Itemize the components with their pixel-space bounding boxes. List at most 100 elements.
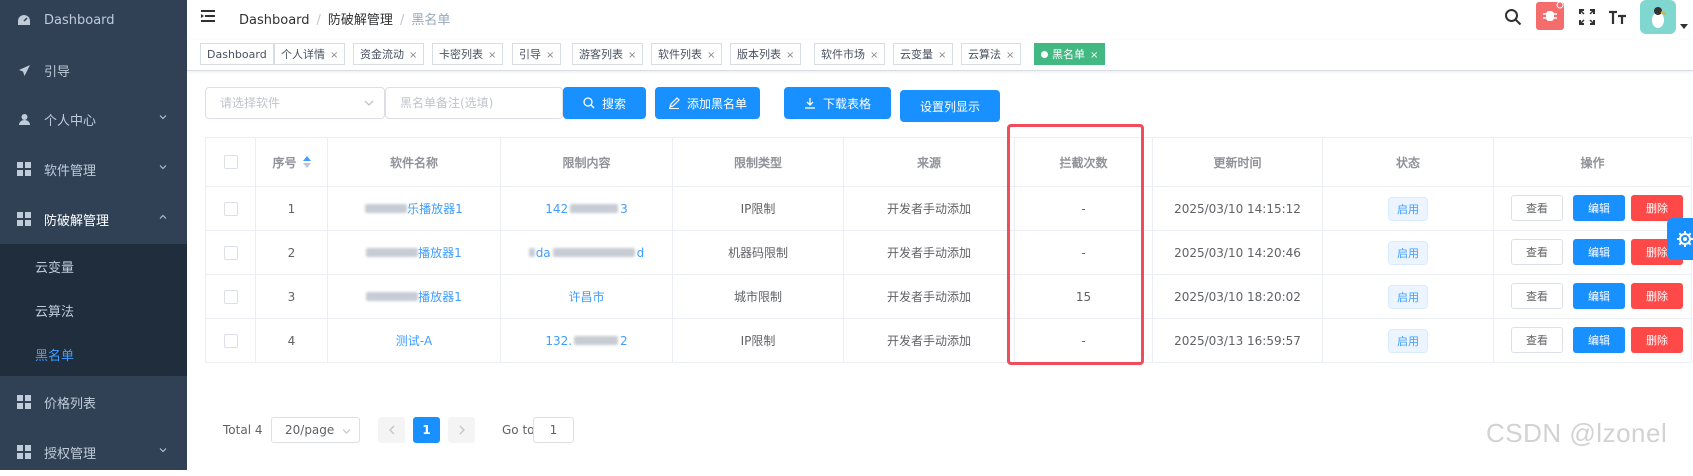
breadcrumb-item[interactable]: Dashboard xyxy=(239,13,310,28)
header-software: 软件名称 xyxy=(328,138,501,186)
search-button[interactable]: 搜索 xyxy=(563,87,646,119)
delete-button[interactable]: 删除 xyxy=(1631,283,1683,309)
tag-market[interactable]: 软件市场 × xyxy=(814,43,886,65)
search-icon[interactable] xyxy=(1504,8,1522,26)
tag-label: 资金流动 xyxy=(360,48,404,61)
sidebar-item-software[interactable]: 软件管理 xyxy=(0,145,187,193)
close-icon[interactable]: × xyxy=(488,50,496,61)
edit-button[interactable]: 编辑 xyxy=(1573,327,1625,353)
close-icon[interactable]: × xyxy=(330,50,338,61)
page-number-current[interactable]: 1 xyxy=(413,417,440,443)
view-button[interactable]: 查看 xyxy=(1511,195,1563,221)
tag-cloud-variable[interactable]: 云变量 × xyxy=(893,43,954,65)
row-content[interactable]: da d xyxy=(501,231,673,274)
add-blacklist-button-label: 添加黑名单 xyxy=(686,96,747,111)
checkbox[interactable] xyxy=(223,333,238,348)
tag-cloud-algorithm[interactable]: 云算法 × xyxy=(961,43,1022,65)
row-content[interactable]: 132. 2 xyxy=(501,319,673,362)
close-icon[interactable]: × xyxy=(409,50,417,61)
edit-button[interactable]: 编辑 xyxy=(1573,195,1625,221)
row-software[interactable]: 乐播放器1 xyxy=(328,187,501,230)
header-index[interactable]: 序号 xyxy=(256,138,328,186)
sidebar-item-license[interactable]: 授权管理 xyxy=(0,428,187,476)
header-actions: 操作 xyxy=(1494,138,1692,186)
caret-down-icon[interactable] xyxy=(1680,24,1688,30)
tag-blacklist[interactable]: 黑名单 × xyxy=(1034,43,1106,65)
row-software[interactable]: 测试-A xyxy=(328,319,501,362)
download-table-button-label: 下载表格 xyxy=(822,96,871,111)
sidebar-item-dashboard[interactable]: Dashboard xyxy=(0,0,187,44)
status-badge: 启用 xyxy=(1388,240,1428,265)
remark-input[interactable]: 黑名单备注(选填) xyxy=(385,87,563,119)
add-blacklist-button[interactable]: 添加黑名单 xyxy=(655,87,760,119)
table-row: 2 播放器1 da d 机器码限制 开发者手动添加 - 2025/03/10 14… xyxy=(206,231,1692,275)
tag-guide[interactable]: 引导 × xyxy=(512,43,562,65)
hamburger-icon[interactable] xyxy=(201,10,215,22)
checkbox[interactable] xyxy=(223,289,238,304)
breadcrumb-item[interactable]: 防破解管理 xyxy=(328,13,393,28)
sidebar-item-label: 授权管理 xyxy=(44,446,97,462)
view-button[interactable]: 查看 xyxy=(1511,327,1563,353)
sidebar-subitem-cloud-variable[interactable]: 云变量 xyxy=(0,244,187,288)
tag-versions[interactable]: 版本列表 × xyxy=(730,43,802,65)
table-header-row: 序号 软件名称 限制内容 限制类型 来源 拦截次数 更新时间 状态 操作 xyxy=(206,138,1692,187)
view-button[interactable]: 查看 xyxy=(1511,283,1563,309)
avatar[interactable] xyxy=(1640,0,1676,34)
sidebar-subitem-cloud-algorithm[interactable]: 云算法 xyxy=(0,288,187,332)
tag-label: Dashboard xyxy=(207,48,267,61)
goto-page-input[interactable]: 1 xyxy=(533,417,574,443)
settings-fab[interactable] xyxy=(1667,218,1693,260)
tag-dashboard[interactable]: Dashboard xyxy=(200,43,274,65)
sidebar-item-label: 软件管理 xyxy=(44,163,97,179)
sidebar-subitem-blacklist[interactable]: 黑名单 xyxy=(0,332,187,376)
font-size-icon[interactable] xyxy=(1608,9,1628,25)
close-icon[interactable]: × xyxy=(938,50,946,61)
close-icon[interactable]: × xyxy=(1090,50,1098,61)
close-icon[interactable]: × xyxy=(628,50,636,61)
search-button-label: 搜索 xyxy=(601,96,626,111)
tag-software-list[interactable]: 软件列表 × xyxy=(651,43,723,65)
download-table-button[interactable]: 下载表格 xyxy=(784,87,891,119)
delete-button[interactable]: 删除 xyxy=(1631,327,1683,353)
prev-page-button[interactable] xyxy=(378,417,405,443)
row-software[interactable]: 播放器1 xyxy=(328,275,501,318)
tag-cards[interactable]: 卡密列表 × xyxy=(432,43,504,65)
sidebar: Dashboard 引导 个人中心 软件管理 防破解管理 云变量 云算法 黑名单… xyxy=(0,0,187,470)
tag-visitors[interactable]: 游客列表 × xyxy=(572,43,644,65)
sidebar-item-guide[interactable]: 引导 xyxy=(0,46,187,94)
header-source: 来源 xyxy=(844,138,1015,186)
close-icon[interactable]: × xyxy=(870,50,878,61)
row-software[interactable]: 播放器1 xyxy=(328,231,501,274)
page-size-select[interactable]: 20/page xyxy=(271,417,360,443)
sidebar-item-price-list[interactable]: 价格列表 xyxy=(0,378,187,426)
next-page-button[interactable] xyxy=(448,417,475,443)
sidebar-item-profile[interactable]: 个人中心 xyxy=(0,95,187,143)
sidebar-subitem-label: 云算法 xyxy=(35,304,75,320)
tag-funds[interactable]: 资金流动 × xyxy=(353,43,425,65)
edit-button[interactable]: 编辑 xyxy=(1573,283,1625,309)
checkbox[interactable] xyxy=(223,201,238,216)
sidebar-item-label: 防破解管理 xyxy=(44,213,110,229)
chevron-left-icon xyxy=(388,425,394,435)
breadcrumb: Dashboard / 防破解管理 / 黑名单 xyxy=(239,13,451,28)
fullscreen-icon[interactable] xyxy=(1579,9,1595,25)
sidebar-item-label: 个人中心 xyxy=(44,113,97,129)
column-settings-button[interactable]: 设置列显示 xyxy=(900,90,1000,122)
row-content[interactable]: 142 3 xyxy=(501,187,673,230)
close-icon[interactable]: × xyxy=(786,50,794,61)
row-content[interactable]: 许昌市 xyxy=(501,275,673,318)
bug-icon[interactable] xyxy=(1536,1,1564,30)
sort-icon[interactable] xyxy=(302,156,311,168)
sidebar-item-anticrack[interactable]: 防破解管理 xyxy=(0,195,187,243)
edit-button[interactable]: 编辑 xyxy=(1573,239,1625,265)
checkbox[interactable] xyxy=(223,245,238,260)
view-button[interactable]: 查看 xyxy=(1511,239,1563,265)
close-icon[interactable]: × xyxy=(546,50,554,61)
header-select-all[interactable] xyxy=(206,138,256,186)
software-select[interactable]: 请选择软件 xyxy=(205,87,385,119)
chevron-down-icon xyxy=(159,115,167,120)
close-icon[interactable]: × xyxy=(707,50,715,61)
checkbox[interactable] xyxy=(223,155,238,169)
tag-profile[interactable]: 个人详情 × xyxy=(274,43,346,65)
close-icon[interactable]: × xyxy=(1006,50,1014,61)
